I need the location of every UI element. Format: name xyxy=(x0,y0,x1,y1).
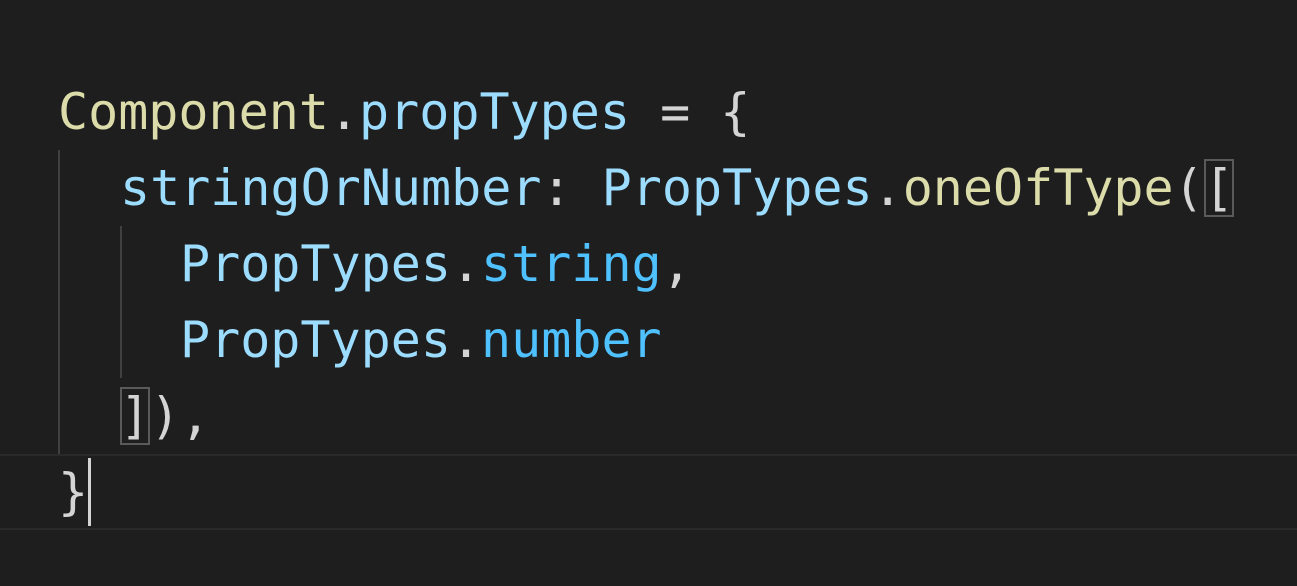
token-brace: { xyxy=(720,83,751,141)
token-property: propTypes xyxy=(359,83,630,141)
code-content: PropTypes.string, xyxy=(180,226,692,302)
code-line-1[interactable]: Component.propTypes = { xyxy=(0,74,1297,150)
token-brace: } xyxy=(58,463,89,521)
token-identifier: Component xyxy=(58,83,329,141)
token-class: PropTypes xyxy=(180,311,451,369)
token-dot: . xyxy=(872,159,903,217)
token-colon: : xyxy=(541,159,602,217)
code-line-3[interactable]: PropTypes.string, xyxy=(0,226,1297,302)
code-content: Component.propTypes = { xyxy=(58,74,750,150)
token-comma: , xyxy=(661,235,692,293)
code-line-2[interactable]: stringOrNumber: PropTypes.oneOfType([ xyxy=(0,150,1297,226)
code-content: PropTypes.number xyxy=(180,302,662,378)
code-line-5[interactable]: ]), xyxy=(0,378,1297,454)
token-paren: ) xyxy=(150,387,181,445)
code-line-6[interactable]: } xyxy=(0,454,1297,530)
token-paren: ( xyxy=(1173,159,1204,217)
token-method: oneOfType xyxy=(902,159,1174,217)
code-content: ]), xyxy=(120,378,210,454)
token-key: stringOrNumber xyxy=(120,159,542,217)
token-dot: . xyxy=(328,83,360,141)
code-content: stringOrNumber: PropTypes.oneOfType([ xyxy=(120,150,1234,226)
token-dot: . xyxy=(450,235,482,293)
code-editor[interactable]: Component.propTypes = { stringOrNumber: … xyxy=(0,0,1297,586)
text-cursor xyxy=(88,458,91,526)
token-class: PropTypes xyxy=(180,235,451,293)
code-line-4[interactable]: PropTypes.number xyxy=(0,302,1297,378)
token-dot: . xyxy=(450,311,482,369)
token-comma: , xyxy=(180,387,211,445)
token-bracket-matched: ] xyxy=(120,387,151,445)
token-bracket-matched: [ xyxy=(1203,159,1234,217)
token-member: number xyxy=(481,311,662,369)
code-content: } xyxy=(58,454,88,530)
token-class: PropTypes xyxy=(601,159,873,217)
token-member: string xyxy=(481,235,662,293)
token-operator: = xyxy=(629,83,721,141)
